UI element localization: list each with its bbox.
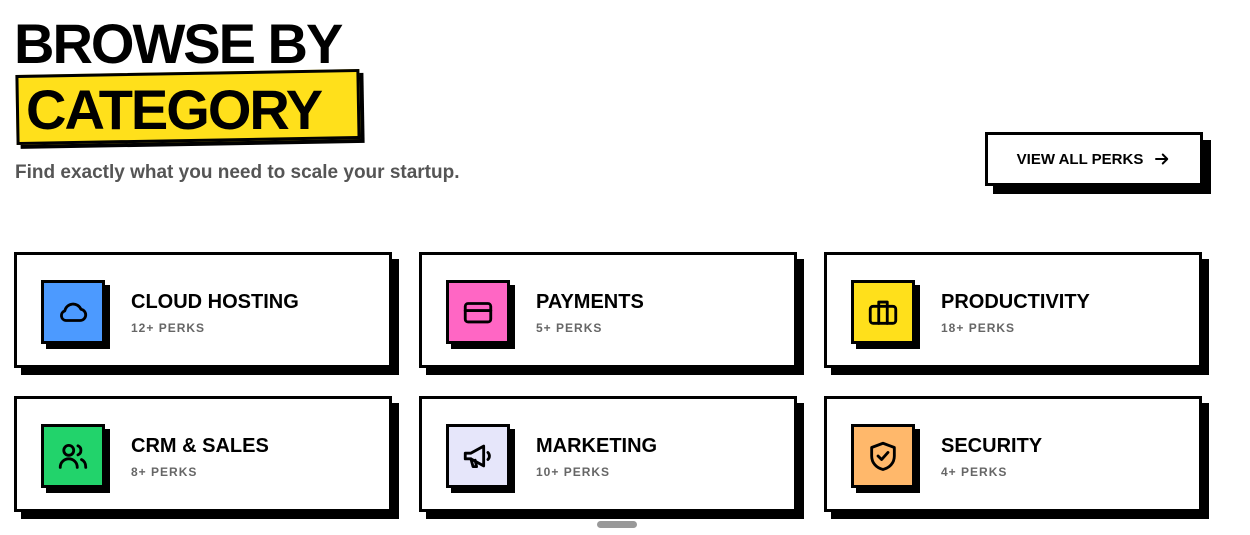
- briefcase-icon: [868, 300, 898, 325]
- category-count: 5+ PERKS: [536, 321, 603, 335]
- category-card-crm-sales[interactable]: CRM & SALES 8+ PERKS: [14, 396, 392, 512]
- category-count: 8+ PERKS: [131, 465, 198, 479]
- scroll-handle[interactable]: [597, 521, 637, 528]
- arrow-right-icon: [1155, 153, 1169, 165]
- category-title: PRODUCTIVITY: [941, 291, 1090, 313]
- users-icon: [58, 443, 88, 469]
- category-card-marketing[interactable]: MARKETING 10+ PERKS: [419, 396, 797, 512]
- category-title: CLOUD HOSTING: [131, 291, 299, 313]
- category-count: 12+ PERKS: [131, 321, 206, 335]
- category-card-cloud-hosting[interactable]: CLOUD HOSTING 12+ PERKS: [14, 252, 392, 368]
- credit-card-icon: [463, 302, 493, 324]
- view-all-perks-label: VIEW ALL PERKS: [1016, 150, 1144, 168]
- category-icon-box: [41, 280, 105, 344]
- category-icon-box: [446, 280, 510, 344]
- category-card-payments[interactable]: PAYMENTS 5+ PERKS: [419, 252, 797, 368]
- category-icon-box: [851, 424, 915, 488]
- category-icon-box: [41, 424, 105, 488]
- category-title: MARKETING: [536, 435, 658, 457]
- category-icon-box: [851, 280, 915, 344]
- shield-check-icon: [870, 441, 896, 471]
- category-icon-box: [446, 424, 510, 488]
- category-count: 10+ PERKS: [536, 465, 611, 479]
- page-subtitle: Find exactly what you need to scale your…: [15, 162, 460, 183]
- megaphone-icon: [463, 444, 491, 469]
- cloud-icon: [60, 302, 88, 322]
- page-title-line2: CATEGORY: [26, 78, 323, 141]
- page-title-line1: BROWSE BY: [14, 12, 343, 75]
- category-title: PAYMENTS: [536, 291, 644, 313]
- category-card-productivity[interactable]: PRODUCTIVITY 18+ PERKS: [824, 252, 1202, 368]
- category-card-security[interactable]: SECURITY 4+ PERKS: [824, 396, 1202, 512]
- category-count: 4+ PERKS: [941, 465, 1008, 479]
- view-all-perks-button[interactable]: VIEW ALL PERKS: [985, 132, 1203, 186]
- category-title: SECURITY: [941, 435, 1043, 457]
- category-count: 18+ PERKS: [941, 321, 1016, 335]
- category-title: CRM & SALES: [131, 435, 269, 457]
